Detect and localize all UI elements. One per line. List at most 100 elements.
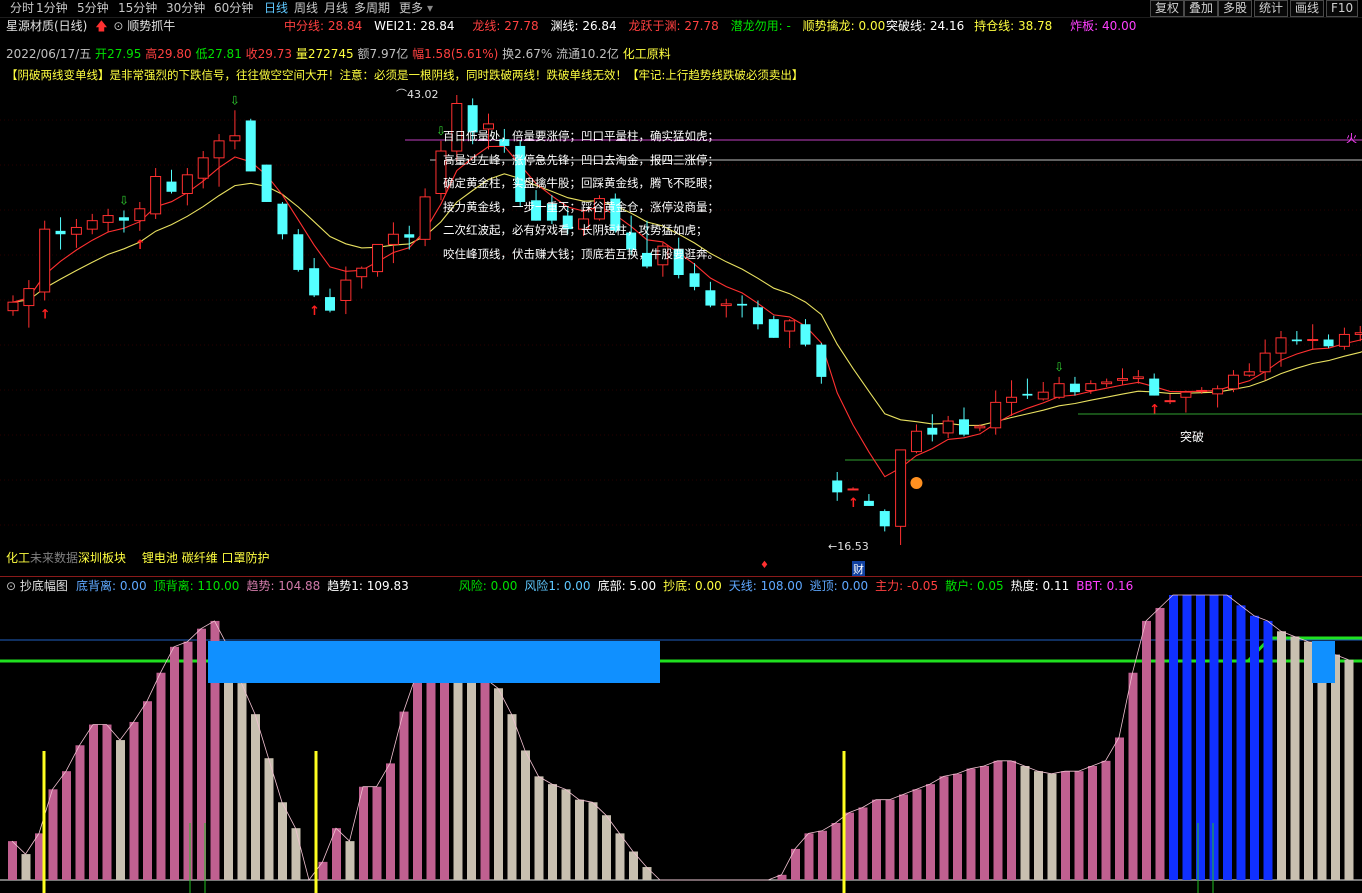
event-marker-icon[interactable]: ♦ [760, 560, 769, 571]
trend-bar [75, 745, 85, 880]
trend-bar [953, 773, 962, 880]
poem-line: 确定黄金柱，实盘擒牛股；回踩黄金线，腾飞不眨眼； [443, 176, 719, 190]
trend-bar [1074, 771, 1084, 880]
trend-bar [359, 786, 368, 880]
trend-bar [372, 786, 382, 880]
candle-body [229, 135, 241, 142]
candle-body [1180, 391, 1192, 398]
candle-body [910, 430, 922, 453]
candle-body [70, 226, 82, 235]
candle-body [372, 243, 384, 273]
poem-line: 咬住峰顶线，伏击赚大钱；顶底若互换，牛股要逛奔。 [443, 246, 719, 261]
candle-body [293, 234, 304, 270]
panel-divider [0, 576, 1362, 577]
candle-body [1132, 376, 1144, 380]
tag-future[interactable]: 未来数据 [30, 551, 78, 565]
signal-dot-icon [910, 477, 923, 489]
trend-bar [467, 677, 476, 880]
candle-body [261, 164, 272, 202]
trend-bar [926, 784, 935, 880]
trend-bar [885, 799, 895, 880]
trend-bar [845, 812, 854, 880]
tag-concepts[interactable]: 锂电池 碳纤维 口罩防护 [142, 551, 270, 565]
trend-bar [642, 867, 652, 880]
candle-body [959, 419, 969, 435]
candle-body [404, 234, 415, 238]
candle-body [974, 425, 986, 429]
trend-bar [831, 823, 841, 880]
trend-bar [521, 750, 530, 880]
trend-bar [1344, 659, 1354, 880]
trend-bar [602, 815, 611, 880]
trend-bar [1034, 771, 1043, 880]
candle-body [340, 279, 352, 301]
trend-bar [993, 760, 1003, 880]
candle-body [1243, 371, 1255, 376]
finance-event-badge[interactable]: 财 [852, 561, 865, 577]
trend-bar [89, 724, 98, 880]
candle-body [1227, 374, 1239, 390]
candle-body [419, 196, 431, 240]
trend-bar [251, 714, 260, 880]
candle-body [356, 267, 368, 278]
trend-bar [413, 672, 422, 880]
candle-body [1006, 396, 1018, 403]
trend-bar [8, 841, 17, 880]
poem-line: 高量过左峰，涨停急先锋；凹口去淘金，报四三涨停； [443, 152, 719, 167]
trend-bar [62, 771, 71, 880]
candle-body [387, 233, 399, 245]
candle-body [1117, 378, 1128, 381]
poem-line: 百日低量处，倍量要涨停；凹口平量柱，确实猛如虎； [443, 129, 719, 143]
candle-body [990, 401, 1002, 429]
trend-bar [1047, 773, 1057, 880]
candle-body [7, 301, 19, 312]
high-price-label: ⌒43.02 [396, 88, 439, 101]
sell-arrow-icon: ⇩ [1054, 360, 1064, 374]
candle-body [325, 297, 335, 311]
candlestick-chart[interactable]: ↑↑↑↑↑⇩⇩⇩⇩ [0, 0, 1362, 560]
candle-body [102, 215, 114, 223]
trend-bar [48, 789, 58, 880]
trend-bar [1182, 595, 1192, 880]
candle-body [800, 324, 811, 345]
buy-arrow-icon: ↑ [135, 238, 146, 253]
trend-bar [872, 799, 881, 880]
candle-body [752, 307, 763, 325]
trend-bar [318, 861, 328, 880]
candle-body [1212, 388, 1224, 395]
trend-bar [1290, 636, 1300, 880]
trend-bar [1169, 595, 1178, 880]
tag-region[interactable]: 深圳板块 [78, 551, 126, 565]
trend-bar [1115, 737, 1124, 880]
trend-bar [858, 807, 868, 880]
trend-bar [548, 784, 557, 880]
trend-bar [1263, 620, 1273, 880]
trend-bar [912, 789, 922, 880]
buy-arrow-icon: ↑ [309, 304, 320, 319]
candle-body [705, 290, 716, 306]
trend-bar [507, 714, 517, 880]
buy-arrow-icon: ↑ [1149, 403, 1160, 418]
candle-body [166, 181, 177, 192]
candle-body [55, 230, 66, 235]
trend-bar [1236, 605, 1246, 880]
candle-body [1164, 400, 1176, 403]
poem-line: 二次红波起，必有好戏看；长阴短柱，攻势猛如虎； [443, 223, 708, 237]
candle-body [1275, 337, 1287, 354]
trend-bar [1304, 641, 1313, 880]
candle-body [213, 140, 225, 159]
low-price-label: ←16.53 [828, 540, 869, 553]
trend-bar [183, 641, 193, 880]
candle-body [879, 511, 890, 527]
poem-line: 接力黄金线，一步一重天；踩谷黄金仓，涨停没商量； [443, 199, 719, 214]
candle-body [1022, 393, 1033, 396]
oscillator-chart[interactable] [0, 583, 1362, 893]
right-edge-mark: 火 [1346, 132, 1357, 145]
candle-body [1053, 383, 1065, 398]
candle-body [816, 344, 827, 377]
trend-bar [1061, 771, 1070, 880]
trend-bar [980, 766, 989, 880]
candle-body [197, 157, 209, 179]
tag-industry[interactable]: 化工 [6, 551, 30, 565]
candle-body [181, 174, 193, 194]
